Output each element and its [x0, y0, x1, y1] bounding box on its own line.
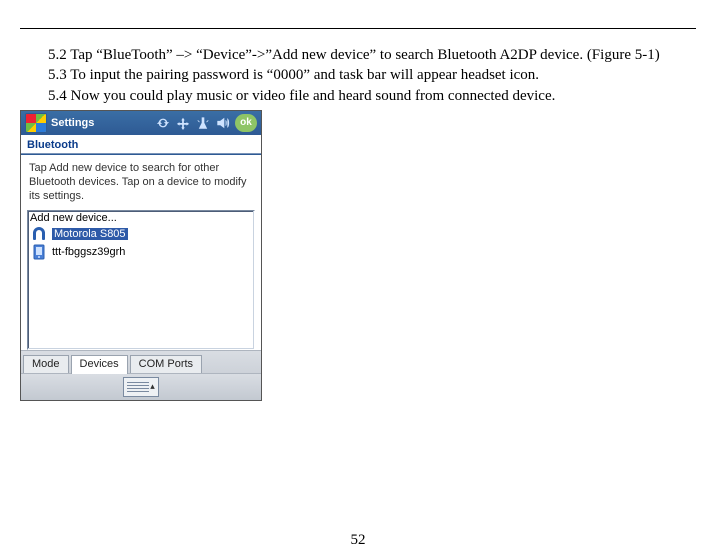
body-text: 5.2 Tap “BlueTooth” –> “Device”->”Add ne…: [20, 45, 696, 106]
instruction-text: Tap Add new device to search for other B…: [21, 159, 261, 210]
headset-icon: [30, 226, 48, 242]
add-new-device[interactable]: Add new device...: [28, 211, 254, 225]
connection-icon[interactable]: [175, 115, 191, 131]
device-item-2[interactable]: ttt-fbggsz39grh: [28, 243, 254, 261]
device-item-1[interactable]: Motorola S805: [28, 225, 254, 243]
window-titlebar: Settings ok: [21, 111, 261, 135]
tab-bar: Mode Devices COM Ports: [21, 350, 261, 373]
para-5-3: 5.3 To input the pairing password is “00…: [20, 65, 696, 85]
keyboard-icon: [127, 382, 149, 392]
figure-5-1: Settings ok Bluetooth Tap Add new device…: [20, 110, 262, 401]
top-rule: [20, 28, 696, 29]
signal-icon[interactable]: [195, 115, 211, 131]
section-underline: [21, 154, 261, 155]
window-title: Settings: [51, 117, 94, 129]
start-icon[interactable]: [25, 113, 47, 133]
add-new-device-label: Add new device...: [30, 212, 117, 224]
tab-com-ports[interactable]: COM Ports: [130, 355, 202, 373]
para-5-2: 5.2 Tap “BlueTooth” –> “Device”->”Add ne…: [20, 45, 696, 65]
device-list: Add new device... Motorola S805 ttt-fbgg…: [27, 210, 255, 350]
section-header: Bluetooth: [21, 135, 261, 154]
page-number: 52: [0, 532, 716, 549]
sip-bar: ▴: [21, 373, 261, 400]
tab-devices[interactable]: Devices: [71, 355, 128, 374]
device-item-2-label: ttt-fbggsz39grh: [52, 246, 125, 258]
ok-button[interactable]: ok: [235, 114, 257, 132]
speaker-icon[interactable]: [215, 115, 231, 131]
sync-icon[interactable]: [155, 115, 171, 131]
pda-icon: [30, 244, 48, 260]
para-5-4: 5.4 Now you could play music or video fi…: [20, 86, 696, 106]
keyboard-button[interactable]: ▴: [123, 377, 159, 397]
chevron-up-icon: ▴: [150, 381, 155, 392]
tab-mode[interactable]: Mode: [23, 355, 69, 373]
device-item-1-label: Motorola S805: [52, 228, 128, 240]
